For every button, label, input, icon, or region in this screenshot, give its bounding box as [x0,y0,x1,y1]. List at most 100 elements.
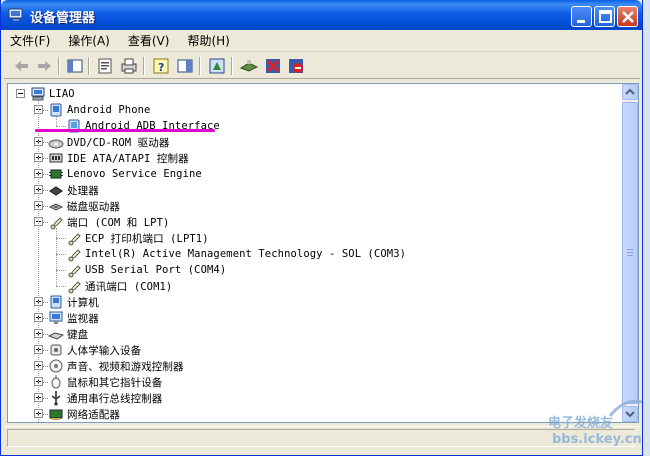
toolbar: ? [4,53,640,79]
tree-item-label: 磁盘驱动器 [67,200,120,213]
tree-device[interactable]: Intel(R) Active Management Technology - … [66,246,406,262]
tree-category[interactable]: 声音、视频和游戏控制器 [48,358,184,374]
menu-bar: 文件(F) 操作(A) 查看(V) 帮助(H) [4,30,640,52]
tree-item-label: 声音、视频和游戏控制器 [67,360,184,373]
tree-category[interactable]: 通用串行总线控制器 [48,390,162,406]
tree-item-label: 网络适配器 [67,408,120,421]
watermark-text: 电子发烧友 [548,416,614,431]
tree-item-label: Lenovo Service Engine [67,168,202,180]
tree-item-label: 鼠标和其它指针设备 [67,376,163,389]
network-adapter-icon [49,409,63,420]
tree-category[interactable]: 端口 (COM 和 LPT) [48,214,169,230]
tree-item-label: 端口 (COM 和 LPT) [67,216,170,229]
ide-controller-icon [49,153,63,163]
uninstall-icon[interactable] [263,56,283,76]
tree-item-label: ECP 打印机端口 (LPT1) [85,232,209,245]
highlight-underline [35,129,215,132]
tree-item-label: 处理器 [67,184,99,197]
watermark-url: bbs.ickey.cn [552,432,642,447]
window-title: 设备管理器 [30,11,96,26]
tree-item-label: 计算机 [67,296,99,309]
tree-connector [56,270,66,271]
tree-category[interactable]: 处理器 [48,182,99,198]
tree-category[interactable]: Android Phone [48,102,150,118]
tree-connector [56,238,66,239]
hid-icon [50,344,62,356]
disk-drive-icon [48,203,64,211]
tree-item-label: 通用串行总线控制器 [67,392,163,405]
tree-item-label: 通讯端口 (COM1) [85,280,173,293]
status-bar [4,426,640,448]
device-tree-panel[interactable]: LIAO Android Phone Android ADB Interface DV… [7,83,639,423]
tree-item-label: 人体学输入设备 [67,344,142,357]
tree-category[interactable]: 磁盘驱动器 [48,198,120,214]
forward-icon[interactable] [34,56,54,76]
disable-icon[interactable] [286,56,306,76]
close-button[interactable] [617,6,638,27]
close-icon [622,11,634,23]
tree-connector [56,254,66,255]
port-icon [68,233,81,246]
device-tree[interactable]: LIAO Android Phone Android ADB Interface DV… [8,84,620,422]
port-icon [68,281,81,294]
tree-item-label: Android Phone [67,104,151,116]
tree-connector [56,126,66,127]
minus-icon [18,93,23,94]
tree-category[interactable]: 人体学输入设备 [48,342,141,358]
maximize-button[interactable] [594,6,615,27]
tree-item-label: USB Serial Port (COM4) [85,264,227,276]
tree-item-label: LIAO [49,88,75,100]
properties-icon[interactable] [95,56,115,76]
scroll-up-button[interactable] [622,84,638,100]
tree-device[interactable]: USB Serial Port (COM4) [66,262,226,278]
help-icon[interactable]: ? [151,56,171,76]
back-icon[interactable] [12,56,32,76]
port-icon [68,265,81,278]
tree-device[interactable]: 通讯端口 (COM1) [66,278,172,294]
scroll-thumb[interactable] [622,102,638,404]
tree-category[interactable]: 计算机 [48,294,99,310]
tree-item-label: 键盘 [67,328,89,341]
tree-category[interactable]: 鼠标和其它指针设备 [48,374,162,390]
scan-hardware-icon[interactable] [239,56,259,76]
menu-help[interactable]: 帮助(H) [187,32,229,49]
tree-root[interactable]: LIAO [30,86,75,102]
tree-category[interactable]: 监视器 [48,310,99,326]
tree-item-label: IDE ATA/ATAPI 控制器 [67,152,189,165]
menu-file[interactable]: 文件(F) [10,32,50,49]
menu-view[interactable]: 查看(V) [128,32,170,49]
menu-action[interactable]: 操作(A) [68,32,110,49]
tree-item-label: 监视器 [67,312,99,325]
show-hide-tree-icon[interactable] [65,56,85,76]
grip-icon [627,249,633,256]
tree-category[interactable]: Lenovo Service Engine [48,166,202,182]
minimize-icon [577,20,585,23]
tree-category[interactable]: DVD/CD-ROM 驱动器 [48,134,169,150]
computer-icon [50,295,62,309]
print-icon[interactable] [119,56,139,76]
minimize-button[interactable] [571,6,592,27]
tree-connector [56,286,66,287]
processor-icon [49,186,63,196]
device-manager-window: 设备管理器 文件(F) 操作(A) 查看(V) 帮助(H) ? LIAO And… [0,0,643,456]
collapse-toggle[interactable] [16,89,25,98]
title-bar[interactable]: 设备管理器 [1,0,642,30]
chevron-up-icon [625,88,635,95]
cdrom-icon [48,139,64,149]
usb-icon [51,391,61,406]
tree-connector [38,100,39,422]
tree-category[interactable]: 网络适配器 [48,406,120,422]
tree-device[interactable]: ECP 打印机端口 (LPT1) [66,230,209,246]
status-cell [7,429,635,447]
update-driver-icon[interactable] [207,56,227,76]
tree-item-label: DVD/CD-ROM 驱动器 [67,136,170,149]
tree-category[interactable]: 键盘 [48,326,88,342]
monitor-icon [49,311,63,324]
view-icon[interactable] [175,56,195,76]
vertical-scrollbar[interactable] [622,84,638,422]
mouse-icon [51,375,61,389]
tree-connector [56,116,57,126]
tree-category[interactable]: IDE ATA/ATAPI 控制器 [48,150,189,166]
tree-connector [56,228,57,286]
svg-text:?: ? [158,61,164,74]
